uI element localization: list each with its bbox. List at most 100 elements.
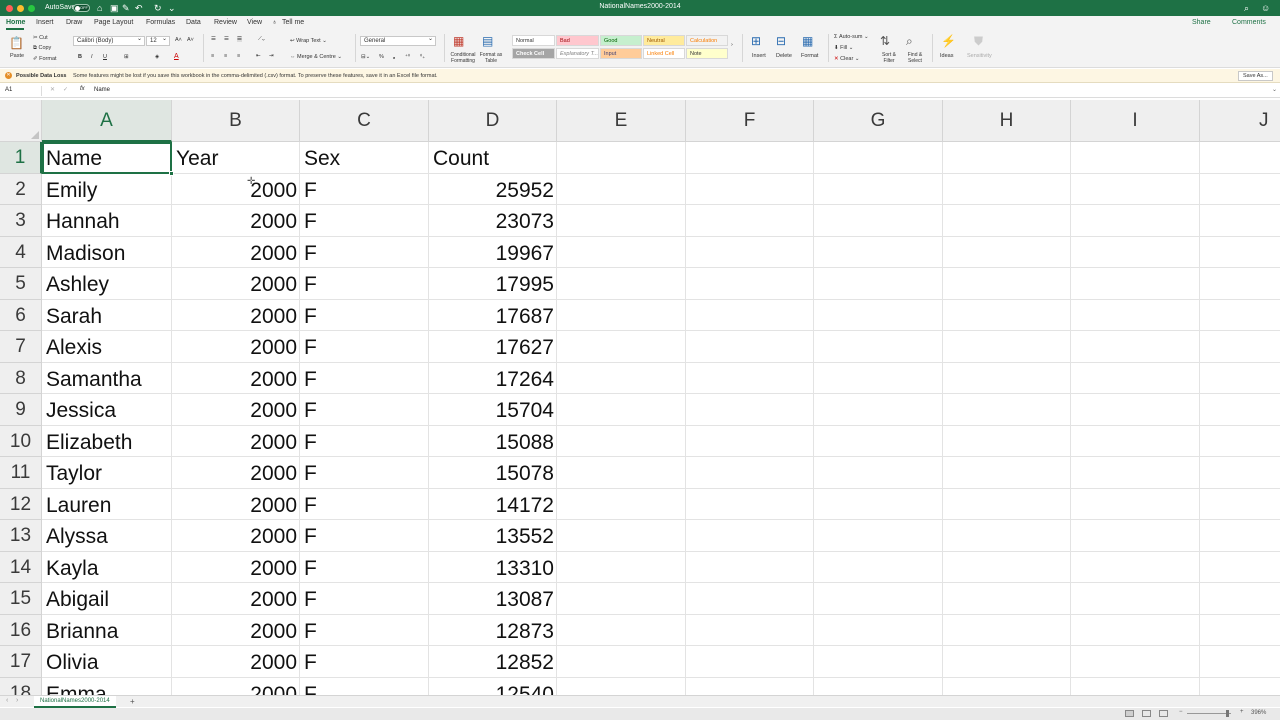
cell-a16-name[interactable]: Brianna: [42, 615, 172, 647]
align-left-icon[interactable]: ≡: [211, 53, 214, 59]
cell-c16-sex[interactable]: F: [300, 615, 429, 647]
select-all-button[interactable]: [0, 100, 42, 142]
cell-b8-year[interactable]: 2000: [172, 363, 300, 395]
cell-d11-count[interactable]: 15078: [429, 457, 557, 489]
style-linked-cell[interactable]: Linked Cell: [643, 48, 685, 59]
cell-d16-count[interactable]: 12873: [429, 615, 557, 647]
cell-c6-sex[interactable]: F: [300, 300, 429, 332]
style-input[interactable]: Input: [600, 48, 642, 59]
column-header-b[interactable]: B: [172, 100, 300, 142]
underline-button[interactable]: U: [103, 54, 107, 60]
cell-b3-year[interactable]: 2000: [172, 205, 300, 237]
align-right-icon[interactable]: ≡: [237, 53, 240, 59]
cell-a15-name[interactable]: Abigail: [42, 583, 172, 615]
add-sheet-button[interactable]: +: [130, 697, 135, 706]
prev-sheet-icon[interactable]: ‹: [6, 697, 8, 704]
style-bad[interactable]: Bad: [556, 35, 599, 46]
cell-b7-year[interactable]: 2000: [172, 331, 300, 363]
cell-d14-count[interactable]: 13310: [429, 552, 557, 584]
column-header-f[interactable]: F: [686, 100, 814, 142]
row-header-3[interactable]: 3: [0, 205, 42, 237]
row-header-16[interactable]: 16: [0, 614, 42, 646]
share-button[interactable]: Share: [1192, 19, 1211, 26]
style-check-cell[interactable]: Check Cell: [512, 48, 555, 59]
align-bottom-icon[interactable]: ☰: [237, 36, 242, 42]
cancel-entry-icon[interactable]: ✕: [50, 86, 55, 93]
cell-a3-name[interactable]: Hannah: [42, 205, 172, 237]
style-calculation[interactable]: Calculation: [686, 35, 728, 46]
merge-centre-button[interactable]: ⇔ Merge & Centre ⌄: [290, 54, 342, 60]
clear-button[interactable]: ✕ Clear ⌄: [834, 56, 859, 62]
style-note[interactable]: Note: [686, 48, 728, 59]
cell-c17-sex[interactable]: F: [300, 646, 429, 678]
tab-page-layout[interactable]: Page Layout: [94, 19, 133, 26]
confirm-entry-icon[interactable]: ✓: [63, 86, 68, 93]
column-header-g[interactable]: G: [814, 100, 943, 142]
tab-formulas[interactable]: Formulas: [146, 19, 175, 26]
cell-b5-year[interactable]: 2000: [172, 268, 300, 300]
increase-decimal-icon[interactable]: ⁺⁰: [405, 54, 410, 60]
zoom-in-button[interactable]: +: [1240, 709, 1244, 715]
style-explanatory[interactable]: Explanatory T...: [556, 48, 599, 59]
row-header-4[interactable]: 4: [0, 236, 42, 268]
cell-a12-name[interactable]: Lauren: [42, 489, 172, 521]
row-header-10[interactable]: 10: [0, 425, 42, 457]
fill-handle[interactable]: [169, 171, 174, 176]
sheet-tab-nationalnames[interactable]: NationalNames2000-2014: [34, 696, 116, 708]
comments-button[interactable]: Comments: [1232, 19, 1266, 26]
percent-icon[interactable]: %: [379, 54, 384, 60]
account-icon[interactable]: ☺: [1261, 2, 1270, 14]
style-good[interactable]: Good: [600, 35, 642, 46]
align-top-icon[interactable]: ☰: [211, 36, 216, 42]
cell-b6-year[interactable]: 2000: [172, 300, 300, 332]
find-select-icon[interactable]: ⌕: [906, 34, 913, 49]
ideas-button[interactable]: Ideas: [940, 53, 953, 59]
copy-button[interactable]: ⧉ Copy: [33, 45, 51, 52]
cell-a2-name[interactable]: Emily: [42, 174, 172, 206]
cell-b1-year[interactable]: Year: [172, 142, 300, 174]
zoom-level[interactable]: 396%: [1251, 710, 1266, 716]
delete-cells-button[interactable]: Delete: [776, 53, 792, 59]
page-layout-view-button[interactable]: [1142, 710, 1151, 717]
format-cells-button[interactable]: Format: [801, 53, 818, 59]
column-header-h[interactable]: H: [943, 100, 1071, 142]
cell-b9-year[interactable]: 2000: [172, 394, 300, 426]
cut-button[interactable]: ✂ Cut: [33, 35, 48, 41]
cell-c8-sex[interactable]: F: [300, 363, 429, 395]
save-as-button[interactable]: Save As...: [1238, 71, 1273, 81]
italic-button[interactable]: I: [91, 54, 93, 60]
paste-icon[interactable]: 📋: [9, 36, 24, 50]
number-format-dropdown[interactable]: General: [360, 35, 436, 46]
cell-b11-year[interactable]: 2000: [172, 457, 300, 489]
wrap-text-button[interactable]: ↩ Wrap Text ⌄: [290, 38, 327, 44]
tab-view[interactable]: View: [247, 19, 262, 26]
cell-b2-year[interactable]: 2000: [172, 174, 300, 206]
insert-function-button[interactable]: fx: [80, 86, 85, 92]
cell-b18-year[interactable]: 2000: [172, 678, 300, 696]
find-select-button[interactable]: Find & Select: [903, 52, 927, 64]
borders-icon[interactable]: ⊞: [124, 54, 129, 60]
row-header-7[interactable]: 7: [0, 331, 42, 363]
column-header-a[interactable]: A: [42, 100, 172, 142]
cell-d10-count[interactable]: 15088: [429, 426, 557, 458]
row-header-9[interactable]: 9: [0, 394, 42, 426]
tab-draw[interactable]: Draw: [66, 19, 82, 26]
cell-d15-count[interactable]: 13087: [429, 583, 557, 615]
decrease-font-icon[interactable]: A˅: [187, 37, 194, 43]
column-header-e[interactable]: E: [557, 100, 686, 142]
cell-a14-name[interactable]: Kayla: [42, 552, 172, 584]
cell-a7-name[interactable]: Alexis: [42, 331, 172, 363]
fill-button[interactable]: ⬇ Fill ⌄: [834, 45, 853, 51]
orientation-icon[interactable]: ⟋⌄: [258, 36, 265, 43]
cell-c9-sex[interactable]: F: [300, 394, 429, 426]
cell-a10-name[interactable]: Elizabeth: [42, 426, 172, 458]
cell-c13-sex[interactable]: F: [300, 520, 429, 552]
cell-c7-sex[interactable]: F: [300, 331, 429, 363]
fill-color-icon[interactable]: ◈: [155, 54, 159, 60]
cell-b16-year[interactable]: 2000: [172, 615, 300, 647]
ideas-icon[interactable]: ⚡: [941, 34, 956, 48]
style-neutral[interactable]: Neutral: [643, 35, 685, 46]
cell-d4-count[interactable]: 19967: [429, 237, 557, 269]
row-header-8[interactable]: 8: [0, 362, 42, 394]
page-break-view-button[interactable]: [1159, 710, 1168, 717]
